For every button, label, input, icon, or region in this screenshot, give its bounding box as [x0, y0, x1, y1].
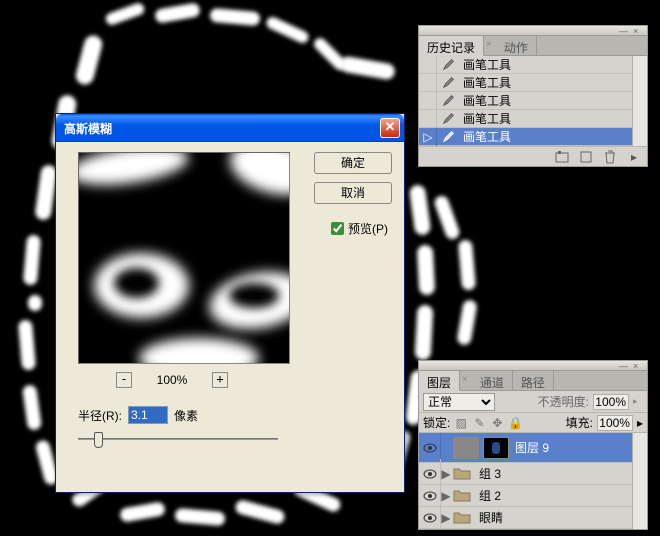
radius-slider[interactable] [78, 430, 278, 448]
history-marker-icon: ▷ [422, 130, 434, 144]
history-item[interactable]: 画笔工具 [419, 110, 632, 128]
brush-icon [437, 92, 461, 110]
fill-label: 填充: [566, 414, 593, 431]
preview-image[interactable] [78, 152, 290, 364]
brush-icon [437, 56, 461, 74]
chevron-icon[interactable]: ▸ [633, 396, 643, 407]
blend-mode-select[interactable]: 正常 [423, 393, 495, 411]
history-item[interactable]: 画笔工具 [419, 56, 632, 74]
layers-panel: — × 图层 × 通道 路径 正常 不透明度: ▸ 锁定: ▨ ✎ ✥ 🔒 填充… [418, 360, 648, 530]
lock-move-icon[interactable]: ✥ [490, 416, 504, 430]
layer-row[interactable]: ▶ 组 3 [419, 463, 632, 485]
expand-toggle[interactable]: ▶ [441, 511, 451, 525]
radius-label: 半径(R): [78, 407, 122, 424]
fill-input[interactable] [597, 415, 633, 431]
minimize-icon[interactable]: — [619, 363, 629, 369]
layer-row[interactable]: ▶ 眼睛 [419, 507, 632, 529]
layers-list: 图层 9 ▶ 组 3 ▶ 组 2 ▶ 眼睛 [419, 433, 632, 529]
dialog-titlebar[interactable]: 高斯模糊 ✕ [56, 114, 404, 142]
tab-channels[interactable]: 通道 [472, 371, 513, 390]
brush-icon [437, 128, 461, 146]
lock-all-icon[interactable]: 🔒 [508, 416, 522, 430]
tab-actions[interactable]: 动作 [496, 36, 537, 55]
opacity-label: 不透明度: [538, 393, 589, 410]
history-panel: — × 历史记录 × 动作 画笔工具 画笔工具 画笔工具 画笔工具 [418, 25, 648, 167]
panel-menu-icon[interactable]: ▸ [625, 149, 643, 165]
expand-toggle[interactable]: ▶ [441, 489, 451, 503]
dialog-title-text: 高斯模糊 [64, 120, 380, 137]
expand-toggle[interactable]: ▶ [441, 467, 451, 481]
cancel-button[interactable]: 取消 [314, 182, 392, 204]
zoom-out-button[interactable]: - [116, 372, 132, 388]
layer-row[interactable]: 图层 9 [419, 433, 632, 463]
zoom-value: 100% [152, 373, 192, 387]
history-snapshot-icon[interactable] [553, 149, 571, 165]
tab-close-icon[interactable]: × [460, 371, 472, 390]
close-panel-icon[interactable]: × [633, 363, 643, 369]
radius-input[interactable] [128, 406, 168, 424]
lock-transparency-icon[interactable]: ▨ [454, 416, 468, 430]
zoom-in-button[interactable]: + [212, 372, 228, 388]
layer-row[interactable]: ▶ 组 2 [419, 485, 632, 507]
folder-icon [453, 466, 473, 482]
preview-checkbox[interactable] [331, 222, 344, 235]
brush-icon [437, 74, 461, 92]
history-list: 画笔工具 画笔工具 画笔工具 画笔工具 ▷ 画笔工具 [419, 56, 632, 146]
brush-icon [437, 110, 461, 128]
ok-button[interactable]: 确定 [314, 152, 392, 174]
scrollbar[interactable] [632, 433, 647, 529]
lock-brush-icon[interactable]: ✎ [472, 416, 486, 430]
opacity-input[interactable] [593, 394, 629, 410]
scrollbar[interactable] [632, 56, 647, 146]
radius-unit: 像素 [174, 407, 198, 424]
chevron-icon[interactable]: ▸ [637, 416, 643, 430]
folder-icon [453, 488, 473, 504]
gaussian-blur-dialog: 高斯模糊 ✕ - 100% + 半径(R): 像素 确定 取消 [55, 113, 405, 493]
history-item[interactable]: ▷ 画笔工具 [419, 128, 632, 146]
panel-header[interactable]: — × [419, 361, 647, 371]
layer-thumbnail [453, 437, 479, 459]
visibility-toggle[interactable] [419, 503, 441, 530]
panel-header[interactable]: — × [419, 26, 647, 36]
close-panel-icon[interactable]: × [633, 28, 643, 34]
slider-thumb[interactable] [94, 432, 103, 448]
new-snapshot-icon[interactable] [577, 149, 595, 165]
lock-label: 锁定: [423, 414, 450, 431]
trash-icon[interactable] [601, 149, 619, 165]
history-item[interactable]: 画笔工具 [419, 92, 632, 110]
minimize-icon[interactable]: — [619, 28, 629, 34]
history-item[interactable]: 画笔工具 [419, 74, 632, 92]
layer-mask-thumbnail [483, 437, 509, 459]
tab-layers[interactable]: 图层 [419, 371, 460, 391]
preview-checkbox-label: 预览(P) [348, 220, 388, 237]
tab-paths[interactable]: 路径 [513, 371, 554, 390]
tab-close-icon[interactable]: × [484, 36, 496, 55]
folder-icon [453, 510, 473, 526]
dialog-close-button[interactable]: ✕ [380, 118, 400, 138]
tab-history[interactable]: 历史记录 [419, 36, 484, 56]
